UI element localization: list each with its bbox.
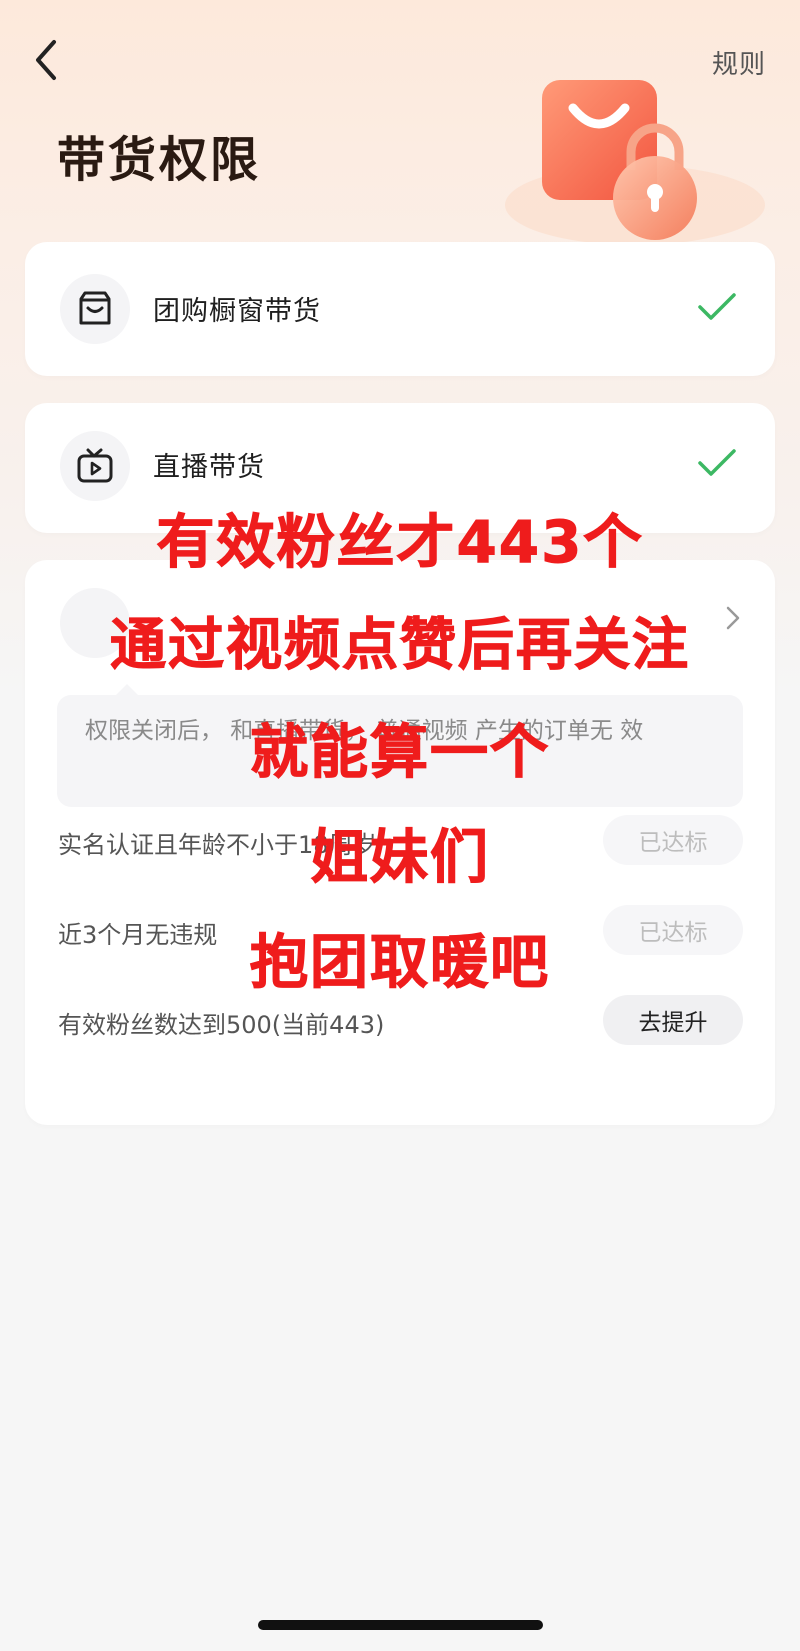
overlay-caption-line: 姐妹们: [309, 823, 490, 892]
permission-label: 团购橱窗带货: [153, 296, 321, 327]
improve-button[interactable]: 去提升: [603, 995, 743, 1045]
shopping-bag-lock-illustration: [505, 80, 765, 245]
check-icon: [698, 449, 736, 476]
storefront-icon: [60, 274, 130, 344]
home-indicator[interactable]: [258, 1620, 543, 1630]
tv-play-icon: [60, 431, 130, 501]
overlay-caption-line: 有效粉丝才443个: [156, 508, 644, 577]
check-icon: [698, 293, 736, 320]
note-pointer: [115, 684, 139, 696]
overlay-caption-line: 通过视频点赞后再关注: [110, 613, 690, 679]
page-title: 带货权限: [57, 132, 262, 188]
chevron-left-icon: [36, 40, 56, 80]
back-button[interactable]: [30, 38, 66, 82]
overlay-caption-line: 就能算一个: [249, 718, 550, 787]
permission-label: 直播带货: [153, 452, 265, 483]
overlay-caption-line: 抱团取暖吧: [249, 928, 550, 997]
requirement-label: 有效粉丝数达到500(当前443): [58, 1011, 385, 1039]
permission-card-groupbuy[interactable]: 团购橱窗带货: [25, 242, 775, 376]
